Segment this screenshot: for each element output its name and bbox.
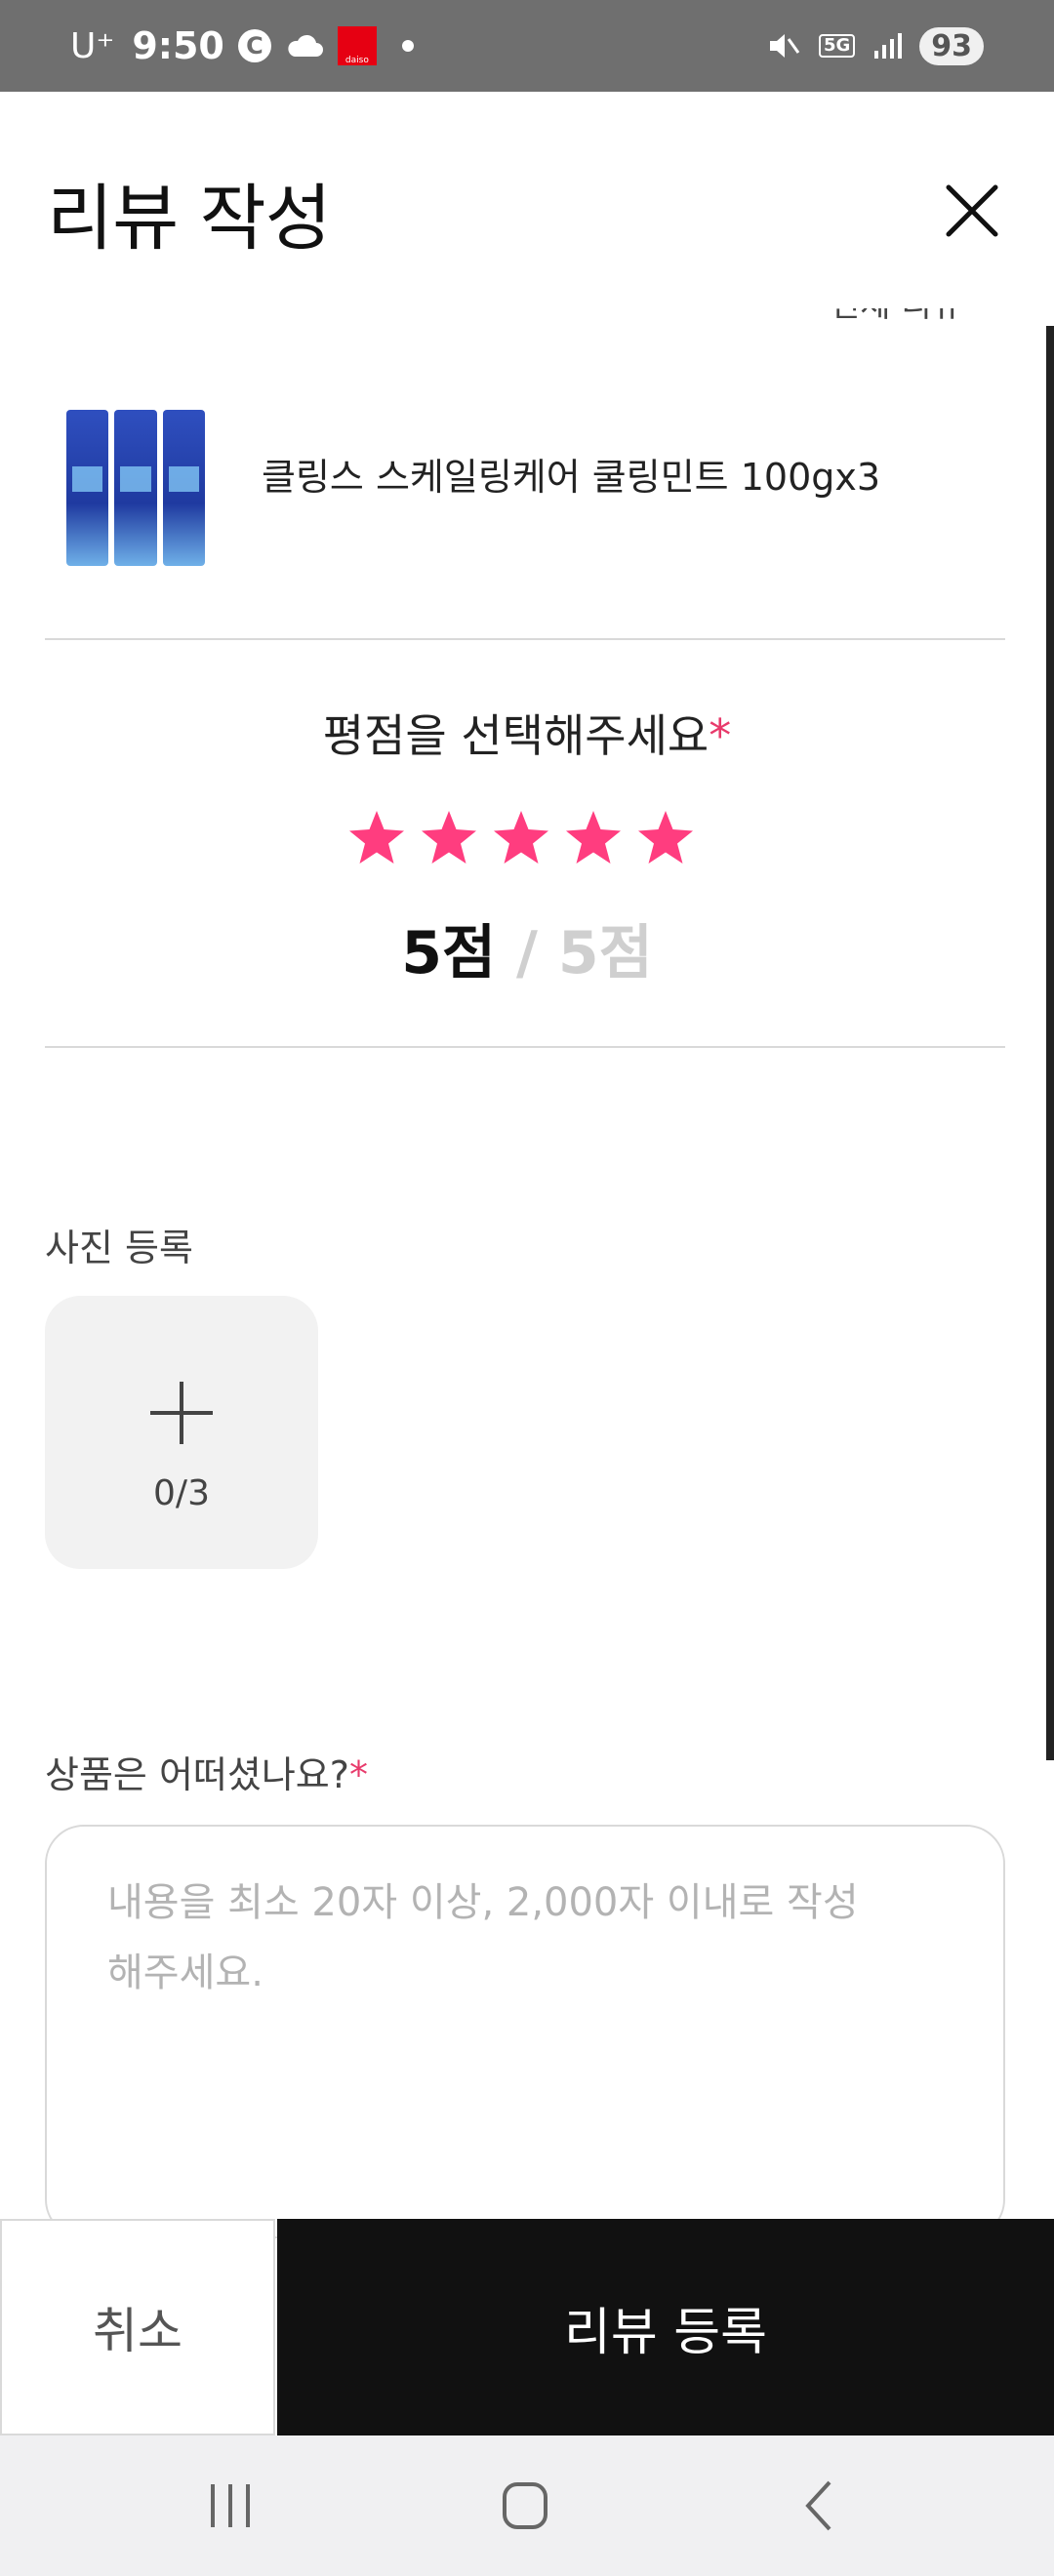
back-icon[interactable] bbox=[781, 2475, 859, 2537]
battery-indicator: 93 bbox=[919, 26, 984, 65]
action-bar: 취소 리뷰 등록 bbox=[0, 2219, 1054, 2435]
rating-title: 평점을 선택해주세요* bbox=[0, 701, 1054, 765]
star-icon[interactable] bbox=[419, 808, 479, 868]
daiso-label: daiso bbox=[345, 56, 369, 65]
clock: 9:50 bbox=[132, 24, 224, 67]
star-icon[interactable] bbox=[563, 808, 624, 868]
review-section-label: 상품은 어떠셨나요?* bbox=[45, 1745, 368, 1798]
mute-icon bbox=[769, 34, 800, 58]
divider bbox=[45, 1046, 1005, 1048]
photo-section-label: 사진 등록 bbox=[45, 1227, 193, 1269]
score-max: 5점 bbox=[557, 919, 653, 987]
review-textarea[interactable] bbox=[105, 1866, 890, 2065]
clipped-header-text: 전체 리뷰 bbox=[830, 308, 1005, 324]
notification-dot-icon bbox=[401, 40, 414, 52]
cancel-button[interactable]: 취소 bbox=[0, 2219, 275, 2435]
required-mark: * bbox=[709, 709, 732, 762]
network-type-badge: 5G bbox=[818, 34, 856, 58]
star-icon[interactable] bbox=[346, 808, 407, 868]
required-mark: * bbox=[348, 1753, 368, 1796]
recent-apps-icon[interactable] bbox=[191, 2475, 269, 2537]
score-current: 5점 bbox=[401, 919, 497, 987]
close-icon[interactable] bbox=[937, 176, 1007, 246]
product-name: 클링스 스케일링케어 쿨링민트 100gx3 bbox=[262, 456, 881, 499]
score-display: 5점 / 5점 bbox=[0, 906, 1054, 990]
star-rating[interactable] bbox=[346, 808, 696, 868]
add-photo-button[interactable]: 0/3 bbox=[45, 1296, 318, 1569]
page-title: 리뷰 작성 bbox=[47, 177, 332, 261]
product-tube bbox=[66, 410, 109, 566]
cloud-icon bbox=[288, 34, 323, 57]
review-box bbox=[45, 1825, 1005, 2238]
rating-title-text: 평점을 선택해주세요 bbox=[322, 709, 709, 762]
divider bbox=[45, 638, 1005, 640]
plus-icon bbox=[150, 1382, 213, 1444]
review-label-text: 상품은 어떠셨나요? bbox=[45, 1753, 349, 1796]
header: 리뷰 작성 bbox=[0, 92, 1054, 326]
product-image bbox=[66, 410, 205, 566]
photo-count: 0/3 bbox=[153, 1473, 210, 1513]
clipped-header-label: 전체 리뷰 bbox=[830, 308, 1005, 322]
system-nav-bar bbox=[0, 2435, 1054, 2576]
star-icon[interactable] bbox=[491, 808, 551, 868]
status-bar: U⁺ 9:50 C daiso 5G 93 bbox=[0, 0, 1054, 92]
star-icon[interactable] bbox=[635, 808, 696, 868]
product-tube bbox=[114, 410, 157, 566]
submit-review-button[interactable]: 리뷰 등록 bbox=[277, 2219, 1054, 2435]
product-info: 클링스 스케일링케어 쿨링민트 100gx3 bbox=[47, 390, 1003, 566]
c-icon: C bbox=[237, 29, 271, 62]
product-tube bbox=[162, 410, 205, 566]
carrier-label: U⁺ bbox=[70, 25, 115, 66]
scrollbar[interactable] bbox=[1046, 326, 1054, 1760]
signal-icon bbox=[874, 33, 903, 59]
home-icon[interactable] bbox=[486, 2475, 564, 2537]
score-separator: / bbox=[496, 919, 558, 987]
daiso-app-icon: daiso bbox=[337, 26, 377, 65]
